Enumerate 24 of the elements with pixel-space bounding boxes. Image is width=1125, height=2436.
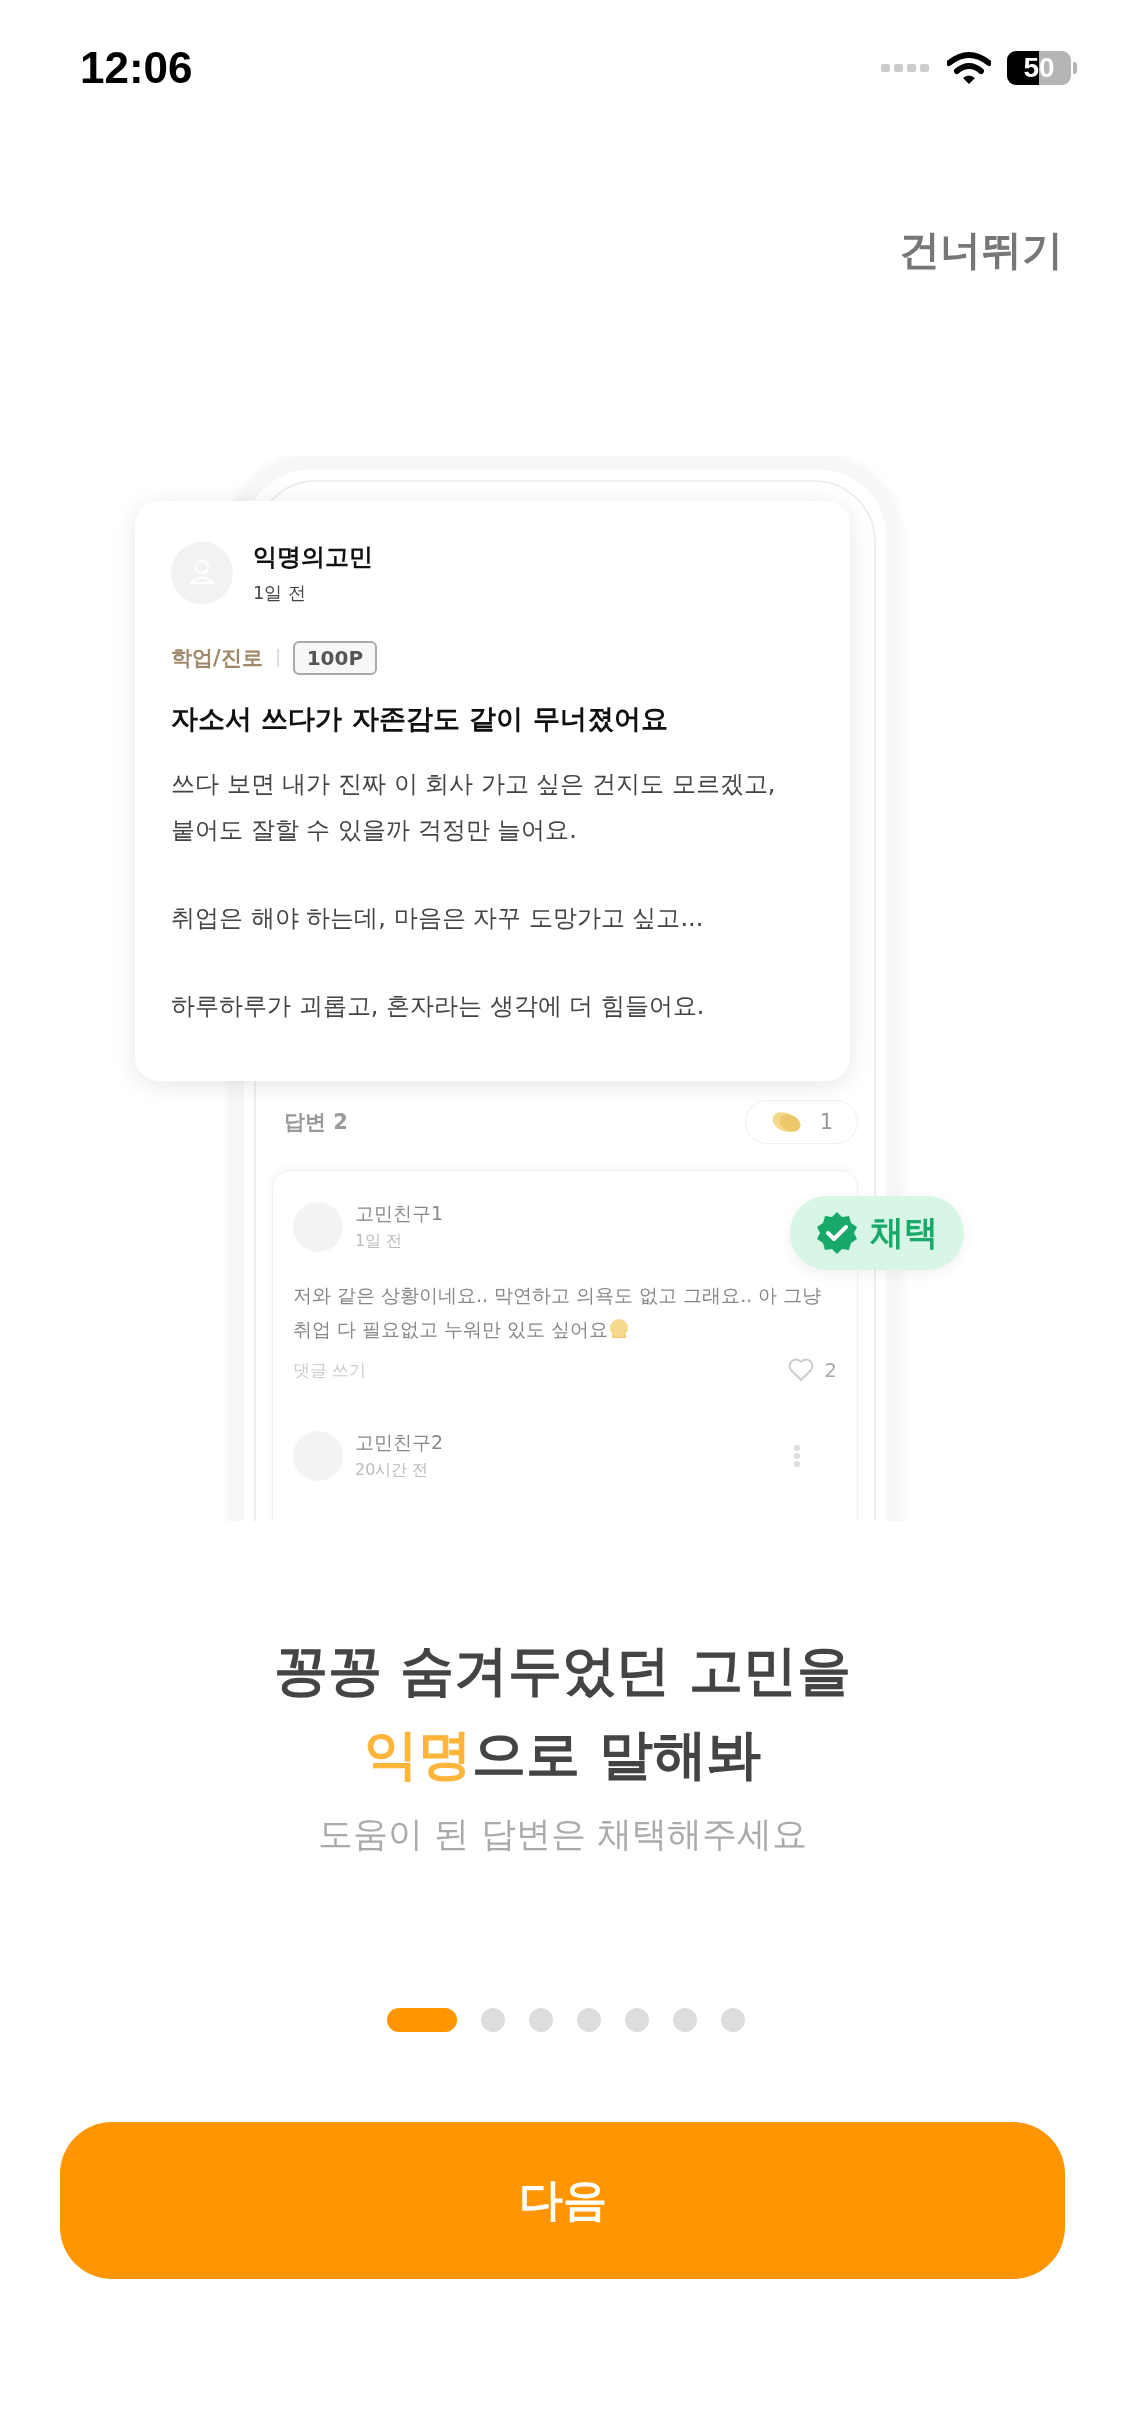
answer-time: 20시간 전 bbox=[355, 1460, 430, 1481]
answers-count: 답변 2 bbox=[284, 1109, 348, 1136]
status-time: 12:06 bbox=[80, 43, 193, 93]
post-title: 자소서 쓰다가 자존감도 같이 무너졌어요 bbox=[171, 702, 669, 736]
answer-author: 고민친구1 bbox=[355, 1201, 445, 1226]
post-paragraph: 하루하루가 괴롭고, 혼자라는 생각에 더 힘들어요. bbox=[171, 991, 706, 1022]
answer-time: 1일 전 bbox=[355, 1231, 404, 1252]
category-label: 학업/진로 bbox=[171, 645, 263, 672]
signal-icon bbox=[881, 62, 931, 74]
answer-author: 고민친구2 bbox=[355, 1430, 445, 1455]
subtitle: 도움이 된 답변은 채택해주세요 bbox=[317, 1813, 808, 1856]
post-author: 익명의고민 bbox=[253, 542, 373, 573]
answer-text: 저와 같은 상황이네요.. 막연하고 의욕도 없고 그래요.. 아 그냥 취업 다 필요없고 누워만 있도 싶어요 bbox=[293, 1283, 823, 1342]
headline: 꽁꽁 숨겨두었던 고민을 익명으로 말해봐 bbox=[272, 1638, 853, 1788]
accepted-badge: 채택 bbox=[790, 1196, 964, 1270]
points-badge: 100P bbox=[292, 641, 378, 675]
post-paragraph: 취업은 해야 하는데, 마음은 자꾸 도망가고 싶고... bbox=[171, 903, 705, 934]
heart-icon bbox=[788, 1358, 815, 1382]
post-paragraph: 쓰다 보면 내가 진짜 이 회사 가고 싶은 건지도 모르겠고, 붙어도 잘할 수 있을까 걱정만 늘어요. bbox=[171, 769, 777, 846]
like-count: 2 bbox=[824, 1358, 837, 1382]
skip-button[interactable]: 건너뛰기 bbox=[899, 220, 1063, 280]
verified-check-icon bbox=[814, 1210, 860, 1256]
post-time: 1일 전 bbox=[253, 581, 308, 605]
wifi-icon bbox=[947, 51, 991, 85]
